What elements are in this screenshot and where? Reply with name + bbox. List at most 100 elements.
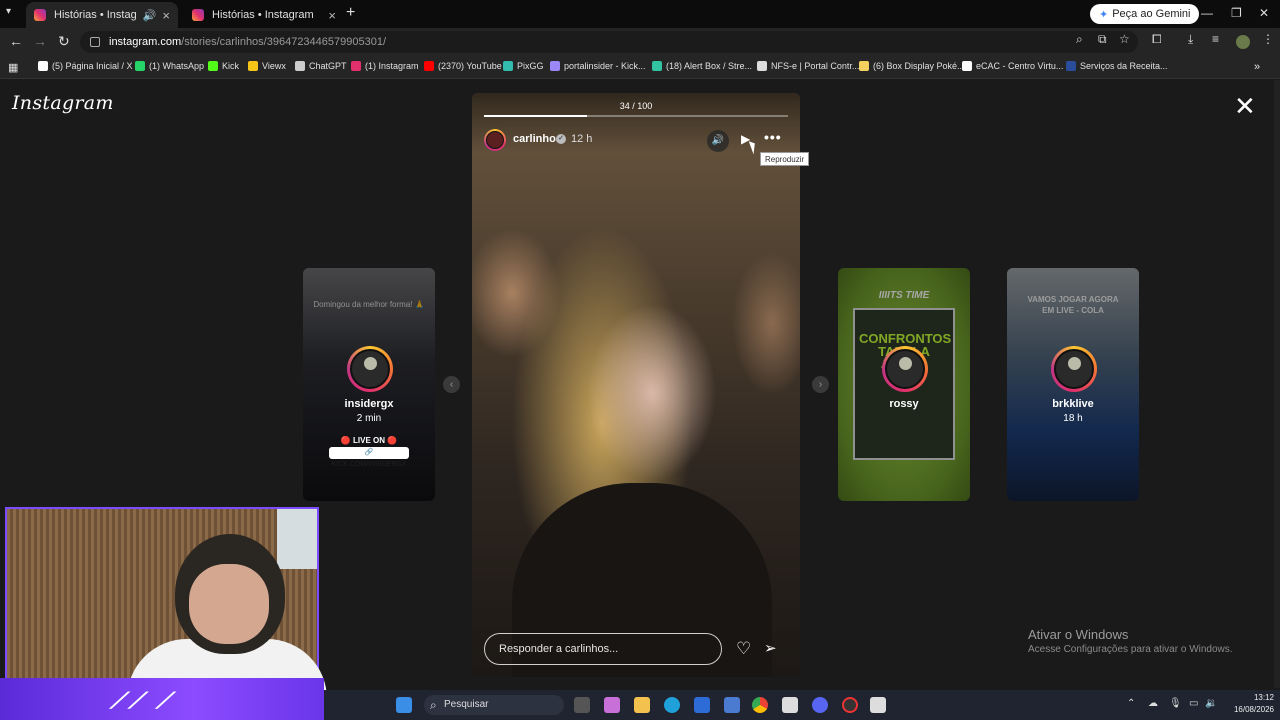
bookmark-item[interactable]: Serviços da Receita... (1066, 61, 1168, 71)
edge-icon[interactable] (664, 697, 680, 713)
tray-overflow-icon[interactable]: ⌃ (1127, 698, 1135, 709)
taskbar-clock[interactable]: 13:12 16/08/2026 (1224, 692, 1274, 716)
media-control-icon[interactable]: ≡ (1212, 32, 1219, 46)
kick-icon (208, 61, 218, 71)
heart-icon[interactable]: ♡ (736, 639, 751, 659)
more-bookmarks-icon[interactable]: » (1254, 61, 1260, 73)
bookmark-label: Viewx (262, 61, 286, 71)
close-window-icon[interactable]: ✕ (1259, 6, 1269, 20)
bookmark-item[interactable]: (1) WhatsApp (135, 61, 204, 71)
bookmark-item[interactable]: (5) Página Inicial / X (38, 61, 133, 71)
bookmark-item[interactable]: (18) Alert Box / Stre... (652, 61, 752, 71)
back-icon[interactable]: ← (9, 33, 23, 49)
minimize-icon[interactable]: — (1201, 6, 1213, 20)
file-explorer-icon[interactable] (634, 697, 650, 713)
main-story[interactable]: 34 / 100 carlinhos ✓ 12 h 🔊 ▶ ••• Respon… (472, 93, 800, 677)
windows-start-icon[interactable] (396, 697, 412, 713)
zoom-icon[interactable]: ⌕ (1076, 32, 1083, 47)
story-progress-fill (484, 115, 588, 117)
reload-icon[interactable]: ↻ (58, 33, 70, 50)
tab-stories-2[interactable]: Histórias • Instagram × (184, 2, 344, 28)
receita-icon (1066, 61, 1076, 71)
close-stories-icon[interactable]: ✕ (1234, 93, 1256, 119)
scrollbar[interactable] (1274, 80, 1280, 688)
bookmark-item[interactable]: PixGG (503, 61, 544, 71)
close-tab-icon[interactable]: × (162, 8, 170, 23)
windows-activation-title: Ativar o Windows (1028, 627, 1129, 642)
instagram-logo[interactable]: Instagram (12, 92, 114, 114)
bookmark-item[interactable]: Viewx (248, 61, 286, 71)
avatar (347, 346, 393, 392)
volume-tray-icon[interactable]: 🔉 (1205, 698, 1217, 709)
bookmark-item[interactable]: (6) Box Display Poké... (859, 61, 965, 71)
discord-icon[interactable] (812, 697, 828, 713)
microphone-icon[interactable]: 🎙 (1169, 698, 1182, 709)
side-story-rossy[interactable]: IIIITS TIME CONFRONTOS TABELA JOGOS ross… (838, 268, 970, 501)
copilot-icon[interactable] (604, 697, 620, 713)
forward-icon[interactable]: → (33, 33, 47, 49)
bookmark-label: ChatGPT (309, 61, 347, 71)
bookmark-item[interactable]: portalinsider - Kick... (550, 61, 646, 71)
bookmark-item[interactable]: (2370) YouTube (424, 61, 502, 71)
menu-icon[interactable]: ⋮ (1262, 32, 1274, 46)
previous-story-icon[interactable]: ‹ (443, 376, 460, 393)
navigation-bar: ← → ↻ instagram.com/stories/carlinhos/39… (0, 28, 1280, 56)
address-bar[interactable]: instagram.com/stories/carlinhos/39647234… (80, 31, 1138, 53)
more-options-icon[interactable]: ••• (764, 129, 782, 145)
capcut-icon[interactable] (782, 697, 798, 713)
avatar (1051, 346, 1097, 392)
tab-title: Histórias • Instagram (212, 9, 314, 21)
taskbar-search[interactable]: Pesquisar (424, 695, 564, 715)
network-icon[interactable]: ☁ (1148, 698, 1158, 709)
volume-icon[interactable]: 🔊 (707, 130, 729, 152)
side-story-insidergx[interactable]: Domingou da melhor forma! 🙏 insidergx 2 … (303, 268, 435, 501)
tab-list-icon[interactable]: ▾ (6, 6, 11, 17)
download-icon[interactable]: ⤓ (1188, 32, 1193, 47)
story-time: 2 min (356, 413, 382, 424)
chatgpt-icon (295, 61, 305, 71)
speaker-icon[interactable]: 🔊 (143, 9, 157, 22)
next-story-icon[interactable]: › (812, 376, 829, 393)
obs-icon[interactable] (842, 697, 858, 713)
store-icon[interactable] (694, 697, 710, 713)
bookmark-item[interactable]: eCAC - Centro Virtu... (962, 61, 1063, 71)
new-tab-icon[interactable]: + (346, 4, 355, 22)
stream-logo-banner: ⟋⟋ ⟋ (0, 678, 324, 720)
close-tab-icon[interactable]: × (328, 8, 336, 23)
restore-icon[interactable]: ❐ (1231, 6, 1242, 20)
story-progress-bar (484, 115, 788, 117)
profile-avatar[interactable] (1236, 35, 1250, 49)
bookmark-item[interactable]: Kick (208, 61, 239, 71)
chrome-icon[interactable] (752, 697, 768, 713)
extensions-icon[interactable]: ⧠ (1152, 32, 1162, 47)
cast-icon[interactable]: ⧉ (1098, 32, 1107, 47)
bookmark-item[interactable]: (1) Instagram (351, 61, 419, 71)
viewx-icon (248, 61, 258, 71)
display-icon[interactable]: ▭ (1189, 698, 1198, 709)
task-view-icon[interactable] (574, 697, 590, 713)
site-info-icon[interactable] (90, 37, 100, 47)
gemini-label: Peça ao Gemini (1112, 8, 1191, 20)
bookmark-item[interactable]: ChatGPT (295, 61, 347, 71)
bookmark-star-icon[interactable]: ☆ (1119, 32, 1130, 46)
nfse-icon (757, 61, 767, 71)
gemini-button[interactable]: ✦ Peça ao Gemini (1090, 4, 1200, 24)
reply-input[interactable]: Responder a carlinhos... (484, 633, 722, 665)
app-icon[interactable] (870, 697, 886, 713)
x-icon (38, 61, 48, 71)
pixgg-icon (503, 61, 513, 71)
send-icon[interactable]: ➢ (764, 639, 777, 657)
bookmark-label: (6) Box Display Poké... (873, 61, 965, 71)
pokemon-icon (859, 61, 869, 71)
live-badge: 🔴 LIVE ON 🔴 (340, 436, 398, 445)
outlook-icon[interactable] (724, 697, 740, 713)
story-author-avatar[interactable] (484, 129, 506, 151)
apps-grid-icon[interactable]: ▦ (8, 61, 18, 74)
whatsapp-icon (135, 61, 145, 71)
webcam-overlay (5, 507, 327, 699)
side-story-brkklive[interactable]: VAMOS JOGAR AGORA EM LIVE - COLA brkkliv… (1007, 268, 1139, 501)
bookmark-label: Kick (222, 61, 240, 71)
story-author-username[interactable]: carlinhos (513, 133, 562, 145)
tab-stories-active[interactable]: Histórias • Instagram 🔊 × (26, 2, 178, 28)
bookmark-item[interactable]: NFS-e | Portal Contr... (757, 61, 859, 71)
